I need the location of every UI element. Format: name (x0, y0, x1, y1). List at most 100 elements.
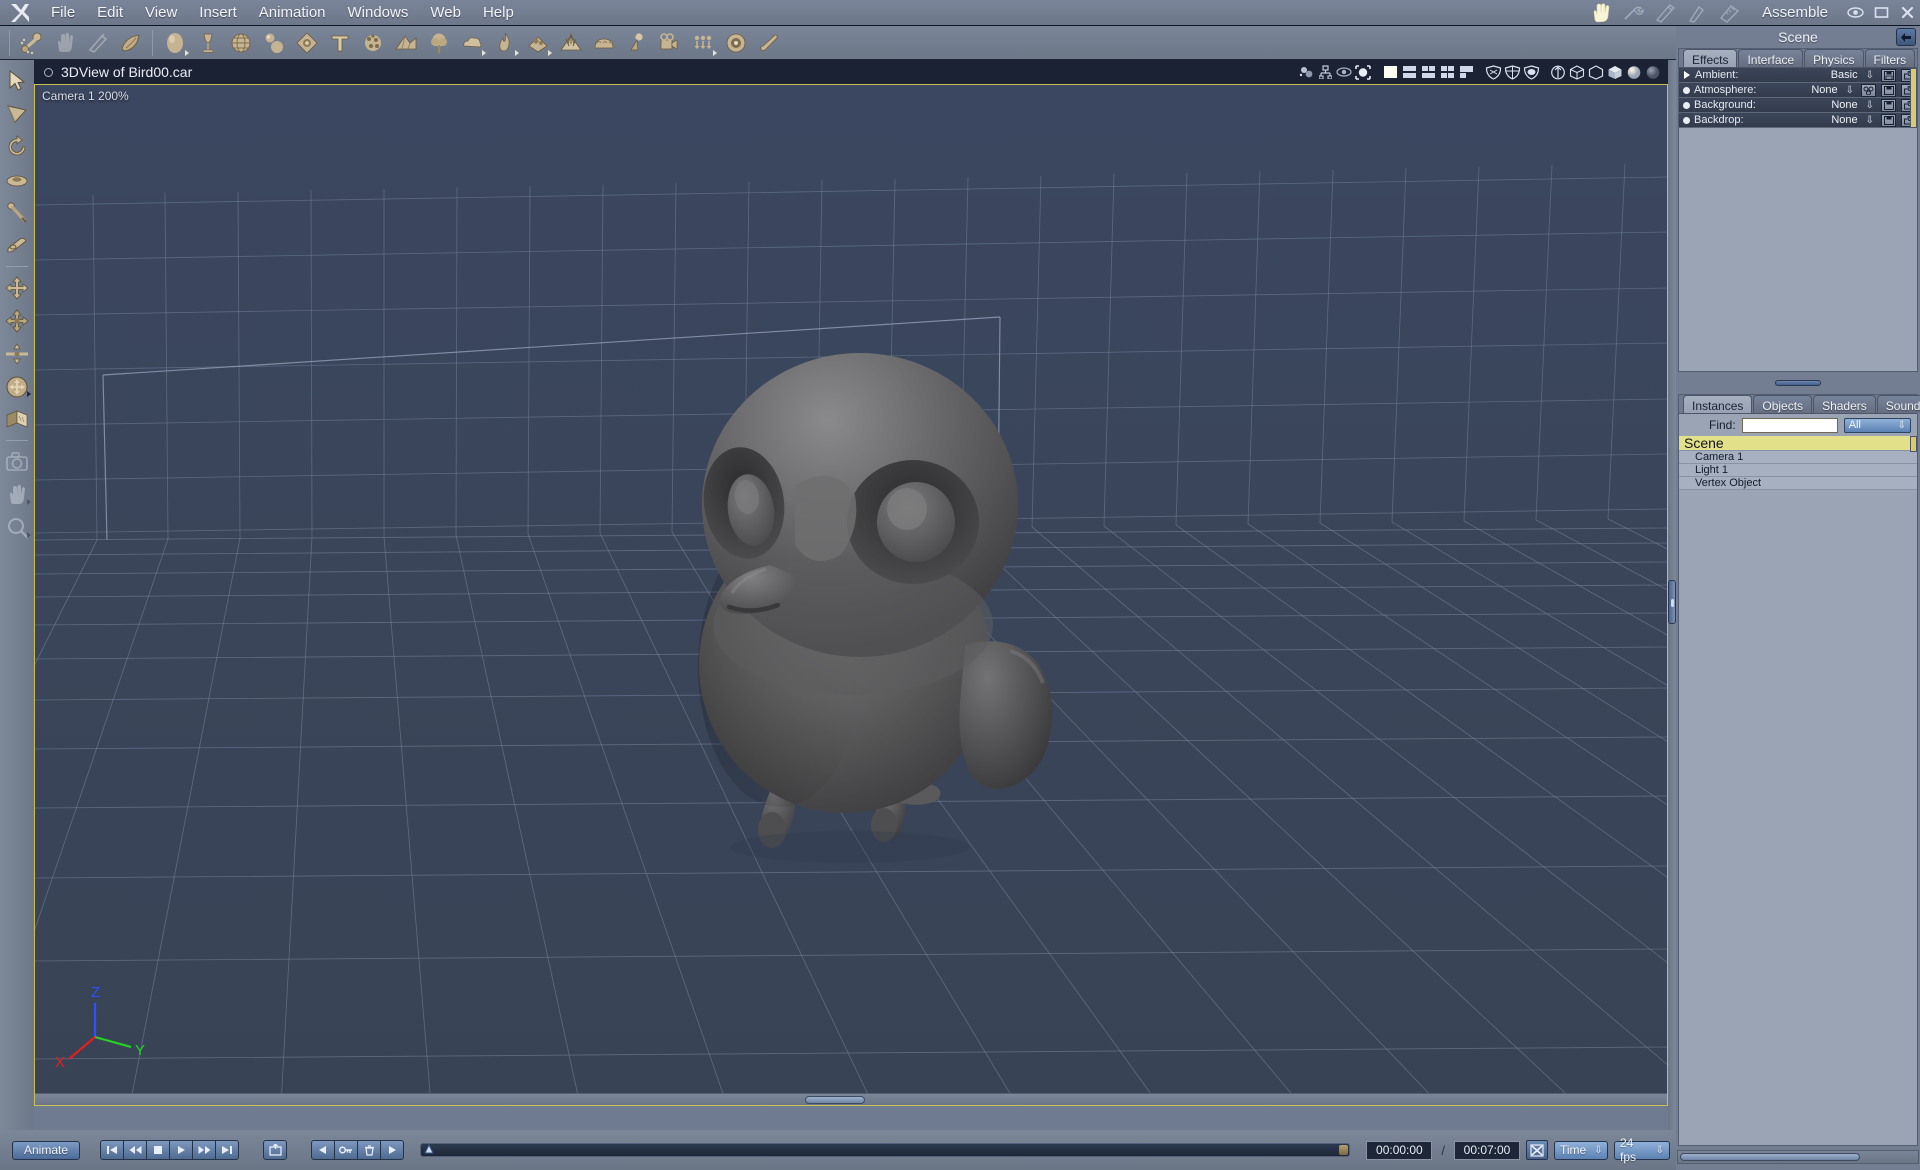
camera-tool[interactable] (2, 445, 32, 478)
universal-manipulator-tool[interactable] (2, 370, 32, 403)
insert-grass-icon[interactable] (554, 28, 587, 58)
fps-dropdown[interactable]: 24 fps ⇩ (1614, 1141, 1670, 1160)
minimize-eye-icon[interactable] (1842, 0, 1868, 26)
viewport-horizontal-scrollbar[interactable] (35, 1093, 1668, 1105)
insert-text-icon[interactable] (323, 28, 356, 58)
insert-metaball-icon[interactable] (257, 28, 290, 58)
align-surface-tool[interactable] (2, 403, 32, 436)
move-along-axis-tool[interactable] (2, 337, 32, 370)
total-time-field[interactable]: 00:07:00 (1454, 1141, 1520, 1160)
viewport-collapse-icon[interactable] (44, 68, 53, 77)
insert-particles-icon[interactable] (356, 28, 389, 58)
scrubber-end-marker[interactable] (1339, 1145, 1348, 1155)
move-xy-tool[interactable] (2, 271, 32, 304)
prev-keyframe-icon[interactable] (311, 1140, 335, 1160)
rewind-icon[interactable] (123, 1140, 147, 1160)
selection-arrow-tool[interactable] (2, 64, 32, 97)
current-time-field[interactable]: 00:00:00 (1366, 1141, 1432, 1160)
spline-room-icon[interactable] (1650, 1, 1680, 25)
effects-row-atmosphere[interactable]: Atmosphere: None ⇩ (1679, 83, 1917, 98)
next-keyframe-icon[interactable] (380, 1140, 404, 1160)
layout-three-icon[interactable] (1419, 62, 1437, 82)
tree-row-scene[interactable]: Scene (1679, 436, 1917, 451)
insert-light-icon[interactable] (620, 28, 653, 58)
menu-help[interactable]: Help (472, 0, 525, 26)
menu-web[interactable]: Web (419, 0, 472, 26)
viewport-canvas[interactable]: Camera 1 200% (34, 84, 1668, 1106)
insert-ocean-icon[interactable] (587, 28, 620, 58)
go-to-start-icon[interactable] (100, 1140, 124, 1160)
right-panel-horizontal-scrollbar[interactable] (1677, 1150, 1919, 1164)
globe-director-icon[interactable] (1549, 62, 1567, 82)
tab-interface[interactable]: Interface (1738, 49, 1803, 67)
tab-filters[interactable]: Filters (1865, 49, 1916, 67)
ring-tool[interactable] (2, 163, 32, 196)
dropper-tool[interactable] (2, 196, 32, 229)
insert-replicator-icon[interactable] (686, 28, 719, 58)
timeline-scrubber[interactable] (420, 1143, 1350, 1157)
chevron-down-icon[interactable]: ⇩ (1866, 70, 1874, 81)
effects-scrollbar[interactable] (1910, 68, 1917, 128)
play-icon[interactable] (169, 1140, 193, 1160)
pan-hand-tool[interactable] (2, 478, 32, 511)
tab-effects[interactable]: Effects (1683, 49, 1737, 67)
cube-solid-icon[interactable] (1606, 62, 1624, 82)
time-scale-icon[interactable] (1526, 1140, 1548, 1160)
save-preset-icon[interactable] (1881, 99, 1896, 112)
rotate-tool[interactable] (2, 130, 32, 163)
time-mode-dropdown[interactable]: Time ⇩ (1554, 1141, 1608, 1160)
link-tool[interactable] (2, 229, 32, 262)
model-room-icon[interactable] (1618, 1, 1648, 25)
animate-button[interactable]: Animate (12, 1141, 80, 1160)
tab-sounds[interactable]: Sounds (1877, 395, 1920, 413)
tree-row-vertex-object[interactable]: Vertex Object (1679, 477, 1917, 490)
effects-row-ambient[interactable]: Ambient: Basic ⇩ (1679, 68, 1917, 83)
paint-room-icon[interactable] (1682, 1, 1712, 25)
globe-box-icon[interactable] (1587, 62, 1605, 82)
atmosphere-extra-icon[interactable] (1861, 84, 1876, 97)
insert-fire-icon[interactable] (488, 28, 521, 58)
insert-tree-icon[interactable] (422, 28, 455, 58)
shield-wire-icon[interactable] (1503, 62, 1521, 82)
insert-primitive-icon[interactable] (290, 28, 323, 58)
save-preset-icon[interactable] (1881, 114, 1896, 127)
insert-camera-icon[interactable] (653, 28, 686, 58)
layout-mixed-icon[interactable] (1457, 62, 1475, 82)
find-input[interactable] (1742, 418, 1838, 433)
menu-view[interactable]: View (134, 0, 188, 26)
insert-terrain-icon[interactable] (389, 28, 422, 58)
add-keyframe-icon[interactable] (334, 1140, 358, 1160)
right-panel-scroll-thumb[interactable] (1680, 1153, 1860, 1161)
tree-row-camera-1[interactable]: Camera 1 (1679, 451, 1917, 464)
preview-icon[interactable] (1335, 62, 1353, 82)
effects-row-backdrop[interactable]: Backdrop: None ⇩ (1679, 113, 1917, 128)
globe-wire-icon[interactable] (1568, 62, 1586, 82)
viewport-scroll-thumb[interactable] (805, 1096, 865, 1104)
layout-two-rows-icon[interactable] (1400, 62, 1418, 82)
expand-arrow-icon[interactable] (1684, 71, 1690, 79)
menu-windows[interactable]: Windows (337, 0, 420, 26)
loop-icon[interactable] (263, 1140, 287, 1160)
tab-objects[interactable]: Objects (1753, 395, 1812, 413)
zoom-magnifier-tool[interactable] (2, 511, 32, 544)
pen-tool-icon[interactable] (81, 28, 114, 58)
go-to-end-icon[interactable] (215, 1140, 239, 1160)
insert-bone-icon[interactable] (752, 28, 785, 58)
shield-solid-icon[interactable] (1522, 62, 1540, 82)
browser-scrollbar[interactable] (1910, 436, 1917, 452)
pane-splitter[interactable] (1678, 378, 1918, 388)
insert-spline-object-icon[interactable] (224, 28, 257, 58)
hand-tool-icon[interactable] (48, 28, 81, 58)
sphere-gouraud-icon[interactable] (1625, 62, 1643, 82)
chevron-down-icon[interactable]: ⇩ (1866, 115, 1874, 126)
layout-quad-icon[interactable] (1438, 62, 1456, 82)
fast-forward-icon[interactable] (192, 1140, 216, 1160)
tab-physics[interactable]: Physics (1804, 49, 1863, 67)
panel-splitter[interactable] (1668, 60, 1676, 1130)
menu-edit[interactable]: Edit (86, 0, 134, 26)
tree-row-light-1[interactable]: Light 1 (1679, 464, 1917, 477)
insert-target-icon[interactable] (719, 28, 752, 58)
eraser-tool-icon[interactable] (114, 28, 147, 58)
hierarchy-icon[interactable] (1316, 62, 1334, 82)
chevron-down-icon[interactable]: ⇩ (1846, 85, 1854, 96)
